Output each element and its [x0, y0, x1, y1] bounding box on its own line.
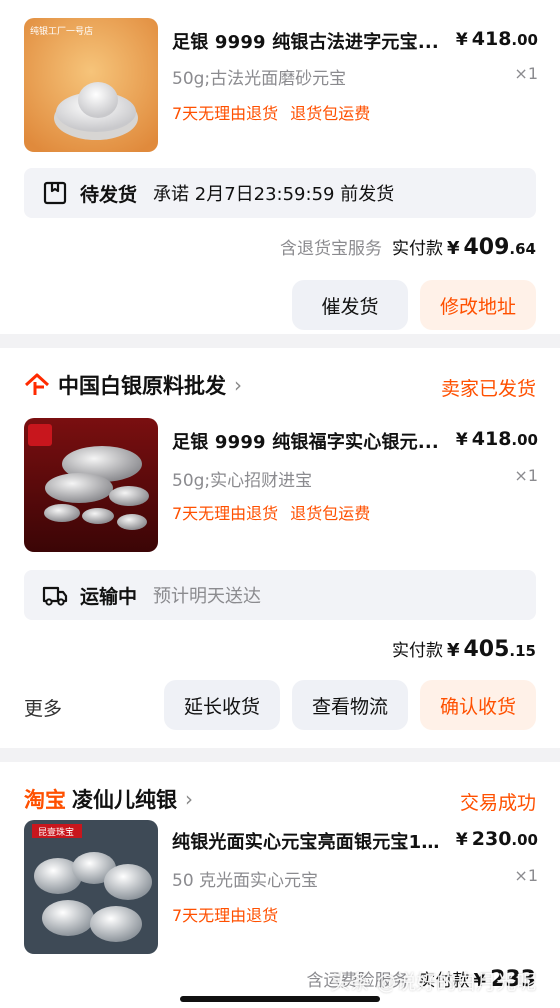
- service-tags: 7天无理由退货 退货包运费: [172, 500, 382, 524]
- product-title[interactable]: 纯银光面实心元宝亮面银元宝1...: [172, 828, 442, 854]
- silver-ingots-image: [24, 820, 158, 954]
- service-note: 含退货宝服务: [279, 239, 382, 259]
- payment-summary: 实付款 ¥405.15: [392, 636, 536, 662]
- package-icon: [43, 181, 67, 205]
- product-spec: 50 克光面实心元宝: [172, 871, 319, 891]
- paid-amount: ¥409.64: [446, 235, 536, 260]
- product-title[interactable]: 足银 9999 纯银古法进字元宝...: [172, 28, 442, 54]
- product-thumbnail[interactable]: [24, 418, 158, 552]
- paid-label: 实付款: [391, 239, 443, 259]
- enterprise-shop-icon: [24, 373, 50, 395]
- watermark-text: 头条 @说好的白月光呢: [330, 970, 537, 994]
- tag-return-7days: 7天无理由退货: [172, 906, 279, 925]
- shop-watermark-text: 昆壹珠宝: [38, 828, 75, 838]
- order-card-2[interactable]: 中国白银原料批发 › 卖家已发货 足银 9999 纯银福字实心银元... ¥41…: [0, 348, 560, 748]
- status-label: 运输中: [80, 585, 138, 608]
- product-thumbnail[interactable]: 昆壹珠宝: [24, 820, 158, 954]
- order-status: 交易成功: [459, 792, 536, 814]
- service-tags: 7天无理由退货 退货包运费: [172, 100, 382, 124]
- modify-address-button[interactable]: 修改地址: [420, 280, 536, 330]
- chevron-right-icon: ›: [185, 787, 193, 811]
- tag-return-7days: 7天无理由退货: [172, 504, 279, 523]
- shop-header[interactable]: 淘宝 凌仙儿纯银 ›: [24, 784, 193, 814]
- shop-watermark-text: 纯银工厂一号店: [30, 27, 94, 37]
- home-indicator[interactable]: [180, 996, 380, 1002]
- logistics-status-panel[interactable]: 运输中 预计明天送达: [24, 570, 536, 620]
- service-tags: 7天无理由退货: [172, 902, 290, 926]
- product-price: ¥418.00: [455, 28, 538, 50]
- product-spec: 50g;古法光面磨砂元宝: [172, 69, 347, 89]
- confirm-receipt-button[interactable]: 确认收货: [420, 680, 536, 730]
- extend-receipt-button[interactable]: 延长收货: [164, 680, 280, 730]
- product-quantity: ×1: [514, 866, 538, 885]
- paid-label: 实付款: [391, 641, 443, 661]
- order-card-1[interactable]: 纯银工厂一号店 足银 9999 纯银古法进字元宝... ¥418.00 50g;…: [0, 0, 560, 334]
- view-logistics-button[interactable]: 查看物流: [292, 680, 408, 730]
- chevron-right-icon: ›: [234, 373, 242, 397]
- silver-ingots-image: [24, 418, 158, 552]
- urge-shipment-button[interactable]: 催发货: [292, 280, 408, 330]
- shop-name[interactable]: 凌仙儿纯银: [72, 784, 177, 814]
- payment-summary: 含退货宝服务 实付款 ¥409.64: [280, 234, 536, 260]
- order-status: 卖家已发货: [440, 378, 536, 400]
- taobao-logo: 淘宝: [24, 788, 66, 812]
- product-spec: 50g;实心招财进宝: [172, 471, 313, 491]
- tag-return-7days: 7天无理由退货: [172, 104, 279, 123]
- product-price: ¥418.00: [455, 428, 538, 450]
- product-thumbnail[interactable]: 纯银工厂一号店: [24, 18, 158, 152]
- more-actions-link[interactable]: 更多: [24, 694, 62, 721]
- shipping-status-panel[interactable]: 待发货 承诺 2月7日23:59:59 前发货: [24, 168, 536, 218]
- tag-free-return-shipping: 退货包运费: [290, 104, 371, 123]
- status-detail: 预计明天送达: [153, 586, 262, 607]
- product-quantity: ×1: [514, 64, 538, 83]
- truck-icon: [42, 586, 68, 606]
- silver-ingot-image: [24, 18, 158, 152]
- paid-amount: ¥405.15: [446, 637, 536, 662]
- product-title[interactable]: 足银 9999 纯银福字实心银元...: [172, 428, 442, 454]
- shop-header[interactable]: 中国白银原料批发 ›: [24, 370, 242, 400]
- product-quantity: ×1: [514, 466, 538, 485]
- shop-name[interactable]: 中国白银原料批发: [58, 370, 226, 400]
- status-detail: 承诺 2月7日23:59:59 前发货: [153, 184, 395, 205]
- tag-free-return-shipping: 退货包运费: [290, 504, 371, 523]
- product-price: ¥230.00: [455, 828, 538, 850]
- status-label: 待发货: [80, 183, 138, 206]
